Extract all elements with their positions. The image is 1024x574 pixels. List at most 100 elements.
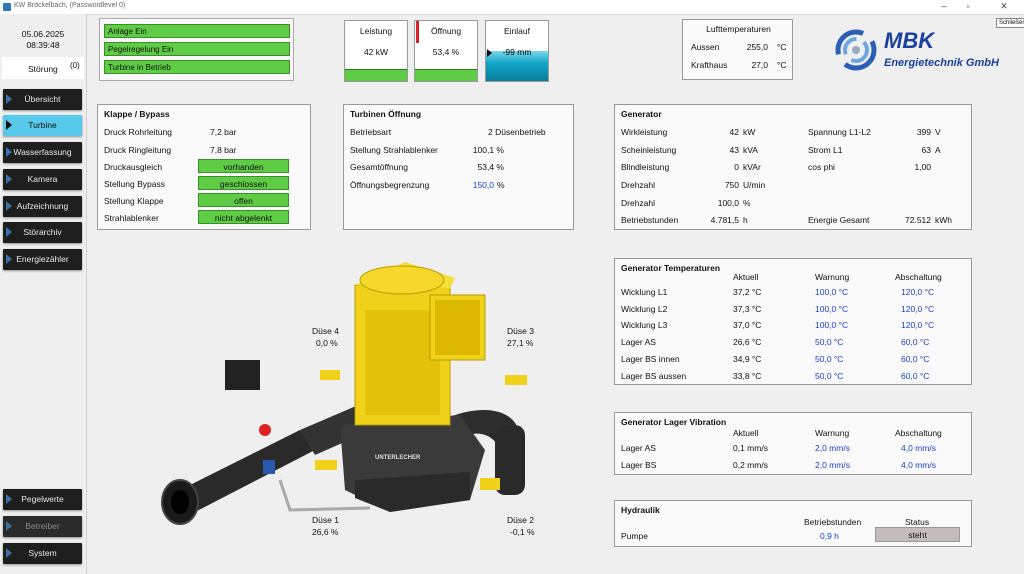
stoerung-count: (0)	[70, 61, 80, 70]
row-value: 53,4 %	[477, 162, 504, 172]
value-shutdown[interactable]: 60,0 °C	[901, 354, 929, 364]
minimize-icon[interactable]: –	[934, 1, 954, 11]
value-warning[interactable]: 100,0 °C	[815, 287, 848, 297]
row-label: Scheinleistung	[621, 145, 677, 155]
table-row-label: Lager AS	[621, 337, 656, 348]
nav-system[interactable]: System	[3, 543, 82, 564]
row-value: 72.512	[905, 215, 931, 225]
nav-turbine[interactable]: Turbine	[3, 115, 82, 136]
value-shutdown[interactable]: 60,0 °C	[901, 337, 929, 347]
pumpe-status: steht	[875, 527, 960, 542]
luft-title: Lufttemperaturen	[706, 24, 771, 34]
duese3-label: Düse 3	[507, 326, 534, 336]
value-warning[interactable]: 50,0 °C	[815, 337, 843, 347]
nav-wasserfassung[interactable]: Wasserfassung	[3, 142, 82, 163]
gauge-label: Leistung	[359, 26, 393, 36]
turbine-panel: Turbinen Öffnung Betriebsart 2 Düsenbetr…	[343, 104, 574, 230]
generator-panel: Generator Wirkleistung 42 kW Scheinleistung…	[614, 104, 972, 230]
nav-label: Kamera	[27, 174, 58, 184]
luft-panel: Lufttemperaturen Aussen 255,0 °C Kraftha…	[682, 19, 793, 80]
nav-betreiber: Betreiber	[3, 516, 82, 537]
state-strahlablenker: nicht abgelenkt	[198, 210, 289, 224]
luft-label: Krafthaus	[691, 60, 728, 70]
row-unit: h	[743, 215, 748, 225]
row-unit: kW	[743, 127, 756, 137]
gauge-fill	[345, 69, 407, 81]
value-shutdown[interactable]: 60,0 °C	[901, 371, 929, 381]
nav-label: Störarchiv	[23, 227, 62, 237]
table-row-label: Wicklung L3	[621, 320, 668, 331]
value-shutdown[interactable]: 120,0 °C	[901, 320, 934, 330]
row-unit: kWh	[935, 215, 952, 225]
luft-value: 27,0	[751, 60, 768, 70]
col-header: Warnung	[815, 428, 850, 438]
row-label: Stellung Strahlablenker	[350, 145, 438, 155]
gauge-oeffnung: Öffnung 53,4 %	[414, 20, 478, 82]
row-label: Stellung Bypass	[104, 179, 165, 189]
duese2-value: -0,1 %	[510, 527, 535, 537]
gauge-label: Einlauf	[504, 26, 530, 36]
value-warning[interactable]: 50,0 °C	[815, 354, 843, 364]
nav-aufzeichnung[interactable]: Aufzeichnung	[3, 196, 82, 217]
arrow-icon	[6, 548, 12, 558]
luft-label: Aussen	[691, 42, 720, 52]
luft-value: 255,0	[746, 42, 768, 52]
value-actual: 0,2 mm/s	[733, 460, 768, 470]
nav-kamera[interactable]: Kamera	[3, 169, 82, 190]
table-row-label: Wicklung L1	[621, 287, 668, 297]
time-display: 08:39:48	[26, 40, 60, 50]
arrow-icon	[6, 174, 12, 184]
row-value: 399	[916, 127, 931, 137]
value-warning[interactable]: 50,0 °C	[815, 371, 843, 381]
row-value: 0	[734, 162, 739, 172]
oeffnungsbegrenzung-value[interactable]: 150,0	[454, 180, 494, 190]
panel-title: Generator	[621, 109, 662, 119]
duese4-value: 0,0 %	[316, 338, 338, 348]
arrow-icon	[6, 94, 12, 104]
row-label: Wirkleistung	[621, 127, 668, 137]
nav-energiezaehler[interactable]: Energiezähler	[3, 249, 82, 270]
value-warning[interactable]: 100,0 °C	[815, 320, 848, 330]
value-shutdown[interactable]: 4,0 mm/s	[901, 443, 936, 453]
maximize-icon[interactable]: ▫	[958, 1, 978, 11]
gauge-value: 53,4 %	[432, 47, 460, 57]
table-row-label: Wicklung L2	[621, 303, 668, 314]
value-shutdown[interactable]: 4,0 mm/s	[901, 460, 936, 470]
close-icon[interactable]: ✕	[994, 1, 1014, 12]
turbine-machine-icon	[161, 262, 527, 525]
value-shutdown[interactable]: 120,0 °C	[901, 304, 934, 314]
stoerung-box[interactable]: Störung (0)	[2, 57, 84, 79]
nav-stoerarchiv[interactable]: Störarchiv	[3, 222, 82, 243]
turbine-illustration: UNTERLECHER	[140, 250, 560, 550]
row-value: 750	[724, 180, 739, 190]
value-warning[interactable]: 2,0 mm/s	[815, 443, 850, 453]
value-actual: 37,3 °C	[733, 303, 762, 314]
nav-pegelwerte[interactable]: Pegelwerte	[3, 489, 82, 510]
row-label: Energie Gesamt	[808, 215, 870, 225]
gauge-label: Öffnung	[430, 26, 462, 36]
row-value: 100,1 %	[472, 145, 504, 155]
panel-title: Hydraulik	[621, 505, 660, 515]
col-header: Abschaltung	[895, 272, 942, 282]
value-warning[interactable]: 2,0 mm/s	[815, 460, 850, 470]
company-logo: MBK Energietechnik GmbH	[834, 28, 1014, 74]
value-shutdown[interactable]: 120,0 °C	[901, 287, 934, 297]
nav-uebersicht[interactable]: Übersicht	[3, 89, 82, 110]
value-warning[interactable]: 100,0 °C	[815, 304, 848, 314]
col-header: Betriebstunden	[804, 517, 862, 527]
row-label: Pumpe	[621, 531, 648, 541]
row-value: 42	[729, 127, 739, 137]
panel-title: Klappe / Bypass	[104, 109, 170, 119]
status-pegelregelung: Pegelregelung Ein	[104, 42, 290, 56]
arrow-icon	[6, 120, 12, 130]
row-value: 43	[729, 145, 739, 155]
table-row-label: Lager BS aussen	[621, 370, 687, 381]
row-label: Blindleistung	[621, 162, 670, 172]
row-unit: %	[497, 180, 505, 190]
arrow-icon	[6, 521, 12, 531]
row-label: Gesamtöffnung	[350, 162, 408, 172]
row-unit: V	[935, 127, 941, 137]
gauge-value: 42 kW	[363, 47, 389, 57]
table-row-label: Lager BS	[621, 460, 657, 470]
state-bypass: geschlossen	[198, 176, 289, 190]
